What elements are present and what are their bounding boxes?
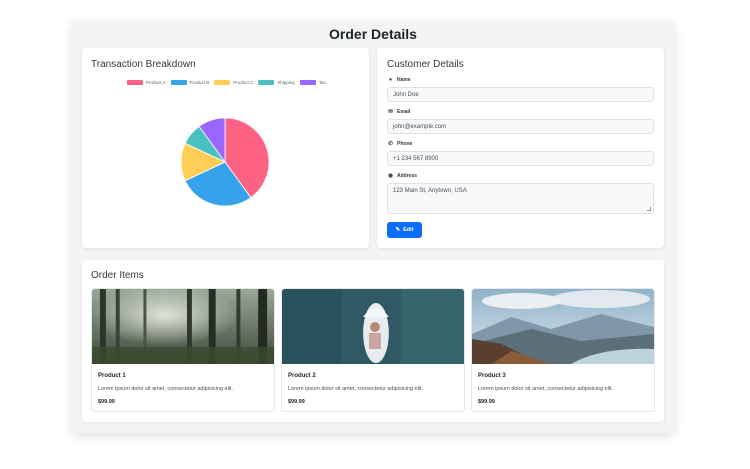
product-name: Product 2 (288, 373, 316, 379)
legend-swatch (214, 80, 231, 85)
address-label-text: Address (397, 173, 418, 179)
order-items-title: Order Items (91, 270, 144, 281)
legend-swatch (258, 80, 275, 85)
legend-item[interactable]: Product C (214, 80, 253, 85)
product-name: Product 1 (98, 373, 126, 379)
address-field-text: 123 Main St, Anytown, USA (393, 188, 467, 194)
name-label-text: Name (397, 77, 411, 83)
phone-icon: ✆ (388, 141, 393, 147)
product-name: Product 3 (478, 373, 506, 379)
order-details-container: Order Details Transaction Breakdown Prod… (72, 21, 674, 433)
envelope-icon: ✉ (388, 109, 393, 115)
name-field[interactable]: John Doe (387, 87, 654, 102)
product-card[interactable]: Product 1 Lorem ipsum dolor sit amet, co… (91, 288, 275, 412)
mountain-valley-image (472, 289, 654, 364)
email-field[interactable]: john@example.com (387, 119, 654, 134)
edit-button[interactable]: ✎ Edit (387, 222, 422, 238)
pie-chart (180, 117, 270, 207)
legend-swatch (127, 80, 143, 85)
address-label: ◉ Address (387, 173, 417, 179)
legend-item[interactable]: Tax (299, 80, 326, 85)
edit-button-label: Edit (403, 227, 414, 233)
phone-label-text: Phone (397, 141, 413, 147)
transaction-card: Transaction Breakdown Product A Product B… (82, 48, 369, 248)
legend-swatch (170, 80, 187, 85)
legend-swatch (299, 80, 316, 85)
customer-card: Customer Details ● Name John Doe ✉ Email… (377, 48, 664, 248)
chart-legend: Product A Product B Product C Shipping Tax (127, 80, 326, 85)
phone-label: ✆ Phone (387, 141, 412, 147)
name-label: ● Name (387, 77, 411, 83)
product-description: Lorem ipsum dolor sit amet, consectetur … (478, 386, 614, 392)
product-description: Lorem ipsum dolor sit amet, consectetur … (98, 386, 234, 392)
legend-item[interactable]: Product A (127, 80, 166, 85)
product-price: $99.99 (288, 399, 305, 405)
map-marker-icon: ◉ (388, 173, 393, 179)
order-items-card: Order Items Product 1 Lorem ipsum dolor … (82, 260, 664, 422)
transaction-title: Transaction Breakdown (91, 59, 196, 70)
email-label-text: Email (397, 109, 411, 115)
lake-portrait-image (282, 289, 464, 364)
legend-item[interactable]: Product B (170, 80, 210, 85)
resize-handle[interactable] (647, 207, 651, 211)
product-card[interactable]: Product 3 Lorem ipsum dolor sit amet, co… (471, 288, 655, 412)
address-field[interactable]: 123 Main St, Anytown, USA (387, 183, 654, 214)
legend-label: Product B (189, 80, 210, 85)
legend-item[interactable]: Shipping (258, 80, 295, 85)
phone-field[interactable]: +1 234 567 8900 (387, 151, 654, 166)
edit-icon: ✎ (395, 227, 401, 233)
legend-label: Product C (233, 80, 254, 85)
product-description: Lorem ipsum dolor sit amet, consectetur … (288, 386, 424, 392)
product-card[interactable]: Product 2 Lorem ipsum dolor sit amet, co… (281, 288, 465, 412)
email-label: ✉ Email (387, 109, 410, 115)
user-icon: ● (388, 77, 393, 83)
product-price: $99.99 (478, 399, 495, 405)
legend-label: Product A (146, 80, 166, 85)
legend-label: Tax (318, 80, 326, 85)
customer-title: Customer Details (387, 59, 464, 70)
product-price: $99.99 (98, 399, 115, 405)
page-title: Order Details (329, 26, 417, 42)
forest-image (92, 289, 274, 364)
legend-label: Shipping (277, 80, 295, 85)
